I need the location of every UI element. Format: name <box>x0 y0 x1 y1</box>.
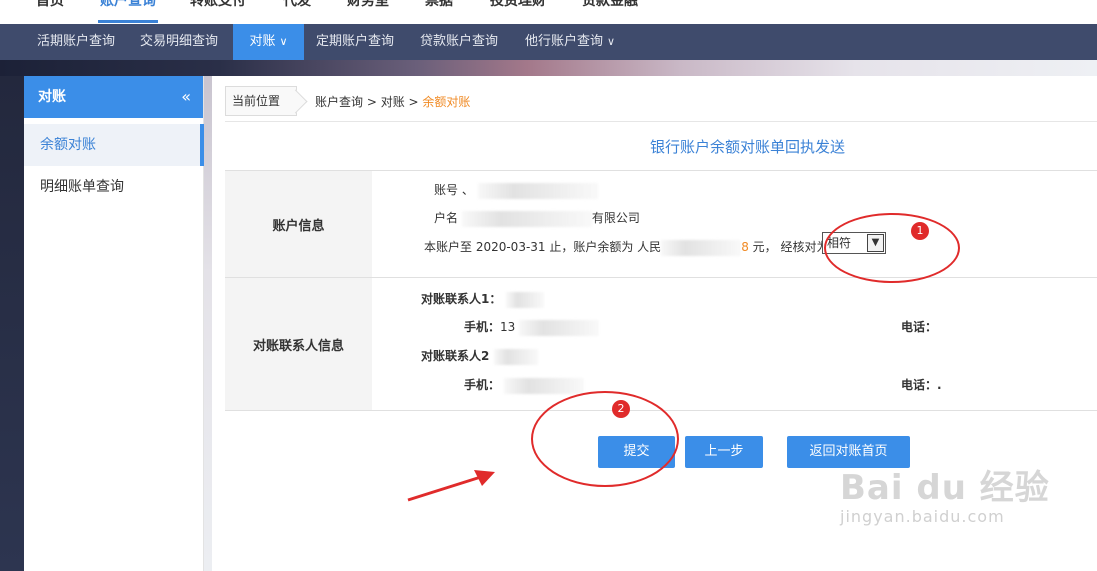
redacted-account-name <box>461 210 592 227</box>
top-nav: 首页 账户查询 转账支付 代发 财务室 票据 投资理财 贷款金融 <box>0 0 1097 24</box>
background-gap <box>204 76 212 571</box>
top-nav-bills[interactable]: 票据 <box>425 0 453 10</box>
breadcrumb-current: 余额对账 <box>422 94 471 109</box>
top-nav-account-query[interactable]: 账户查询 <box>100 0 156 10</box>
sub-nav-loan-account[interactable]: 贷款账户查询 <box>410 24 508 60</box>
redacted-contact2-name <box>493 348 538 365</box>
redacted-mobile1 <box>519 319 600 336</box>
annotation-number-2: 2 <box>612 400 630 418</box>
top-nav-investment[interactable]: 投资理财 <box>490 0 546 10</box>
watermark-url: jingyan.baidu.com <box>840 507 1005 526</box>
top-nav-active-underline <box>98 20 158 23</box>
balance-statement-line: 本账户至 2020-03-31 止，账户余额为 人民 8 元， 经核对为 <box>424 239 829 256</box>
redacted-balance <box>661 239 742 256</box>
top-nav-finance-room[interactable]: 财务室 <box>347 0 389 10</box>
double-chevron-left-icon[interactable]: « <box>181 76 191 118</box>
divider <box>225 121 1097 122</box>
breadcrumb-here: 当前位置 <box>225 86 298 116</box>
banner-strip <box>0 60 1097 76</box>
chevron-down-icon: ∨ <box>606 35 616 48</box>
contact-info-label: 对账联系人信息 <box>225 278 372 410</box>
top-nav-payroll[interactable]: 代发 <box>283 0 311 10</box>
sidebar-item-detail-statement[interactable]: 明细账单查询 <box>24 166 203 208</box>
account-name-line: 户名 有限公司 <box>434 210 640 227</box>
previous-step-button[interactable]: 上一步 <box>685 436 763 468</box>
account-info-content: 账号 、 户名 有限公司 本账户至 2020-03-31 止，账户余额为 人民 8… <box>372 171 1097 277</box>
account-info-row: 账户信息 账号 、 户名 有限公司 本账户至 2020-03-31 止，账户余额… <box>225 171 1097 278</box>
page-title: 银行账户余额对账单回执发送 <box>650 138 846 156</box>
breadcrumb: 当前位置 账户查询 > 对账 > 余额对账 <box>225 86 470 116</box>
account-number-line: 账号 、 <box>434 181 598 199</box>
chevron-down-icon: ∨ <box>279 35 288 48</box>
sidebar-item-balance-reconciliation[interactable]: 余额对账 <box>24 124 204 166</box>
contact1-mobile-line: 手机：13 <box>464 318 600 336</box>
annotation-arrow-icon <box>407 470 495 502</box>
sub-nav: 活期账户查询 交易明细查询 对账 ∨ 定期账户查询 贷款账户查询 他行账户查询 ∨ <box>0 24 1097 60</box>
contact1-phone-line: 电话： <box>901 320 938 334</box>
watermark: Bai du 经验 jingyan.baidu.com <box>840 460 1050 526</box>
account-info-label: 账户信息 <box>225 171 372 277</box>
baidu-jingyan-logo: Bai du 经验 <box>840 468 1050 508</box>
breadcrumb-path: 账户查询 > 对账 > 余额对账 <box>315 94 471 109</box>
annotation-circle-1 <box>824 213 960 283</box>
contact2-mobile-line: 手机： <box>464 376 584 394</box>
sub-nav-transaction-detail[interactable]: 交易明细查询 <box>130 24 228 60</box>
contact2-line: 对账联系人2 <box>421 347 538 365</box>
top-nav-transfer[interactable]: 转账支付 <box>190 0 246 10</box>
redacted-contact1-name <box>505 291 544 308</box>
redacted-mobile2 <box>503 377 584 394</box>
sub-nav-fixed-account[interactable]: 定期账户查询 <box>306 24 404 60</box>
sub-nav-current-account[interactable]: 活期账户查询 <box>26 24 126 60</box>
background-left <box>0 76 24 571</box>
contact-info-content: 对账联系人1： 手机：13 电话： 对账联系人2 手机： 电话：. <box>372 278 1097 410</box>
sidebar-header: 对账 « <box>24 76 203 118</box>
annotation-circle-2 <box>531 391 679 487</box>
sub-nav-reconciliation[interactable]: 对账 ∨ <box>233 24 304 60</box>
annotation-number-1: 1 <box>911 222 929 240</box>
top-nav-home[interactable]: 首页 <box>36 0 64 10</box>
top-nav-loans[interactable]: 贷款金融 <box>582 0 638 10</box>
contact2-phone-line: 电话：. <box>901 378 942 392</box>
contact-info-row: 对账联系人信息 对账联系人1： 手机：13 电话： 对账联系人2 手机： 电话：… <box>225 278 1097 411</box>
sub-nav-other-bank[interactable]: 他行账户查询 ∨ <box>515 24 625 60</box>
redacted-account-number <box>477 182 598 199</box>
sidebar: 对账 « 余额对账 明细账单查询 <box>24 76 204 571</box>
contact1-line: 对账联系人1： <box>421 290 544 308</box>
sidebar-title: 对账 <box>38 89 66 105</box>
reconciliation-form: 账户信息 账号 、 户名 有限公司 本账户至 2020-03-31 止，账户余额… <box>225 170 1097 411</box>
